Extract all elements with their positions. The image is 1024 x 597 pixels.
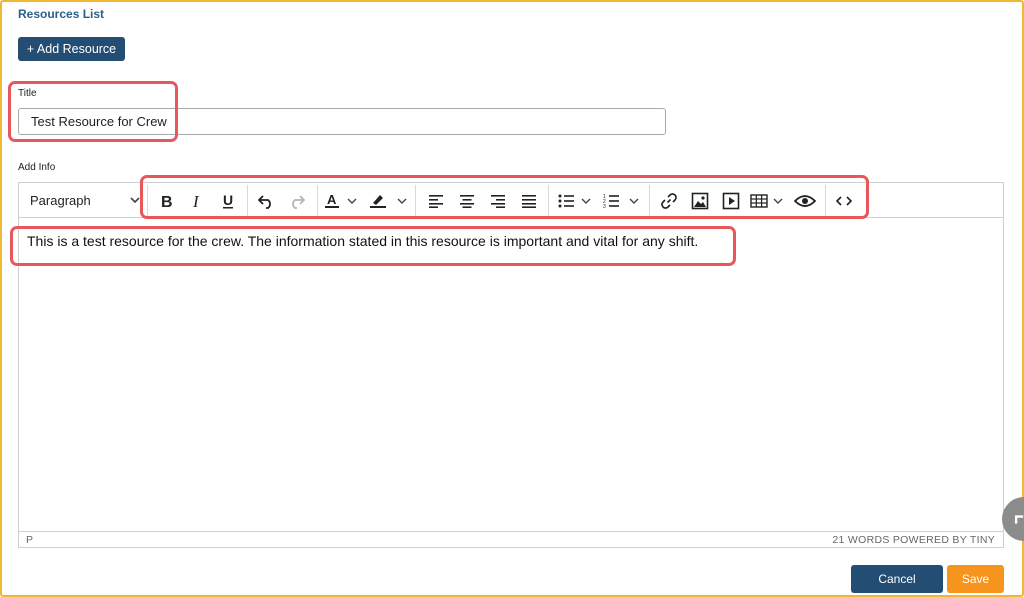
underline-icon[interactable]: U bbox=[216, 189, 240, 213]
redo-icon[interactable] bbox=[285, 189, 309, 213]
svg-text:B: B bbox=[161, 194, 173, 209]
word-count-powered-by[interactable]: 21 WORDS POWERED BY TINY bbox=[832, 534, 995, 546]
toolbar-separator bbox=[548, 185, 549, 216]
svg-text:3: 3 bbox=[603, 204, 606, 209]
svg-text:U: U bbox=[223, 193, 233, 208]
svg-text:A: A bbox=[327, 192, 337, 207]
save-button[interactable]: Save bbox=[947, 565, 1004, 593]
text-color-icon[interactable]: A bbox=[324, 189, 360, 213]
image-icon[interactable] bbox=[688, 189, 712, 213]
title-label: Title bbox=[18, 88, 37, 99]
chevron-down-icon bbox=[129, 187, 141, 225]
undo-icon[interactable] bbox=[254, 189, 278, 213]
rich-text-editor: Paragraph B I U A 1 2 3 This is a test r… bbox=[18, 182, 1004, 548]
bold-icon[interactable]: B bbox=[154, 189, 178, 213]
add-resource-button[interactable]: + Add Resource bbox=[18, 37, 125, 61]
editor-statusbar: P 21 WORDS POWERED BY TINY bbox=[19, 531, 1003, 547]
toolbar-separator bbox=[247, 185, 248, 216]
table-icon[interactable] bbox=[750, 189, 788, 213]
align-right-icon[interactable] bbox=[486, 189, 510, 213]
title-input[interactable] bbox=[18, 108, 666, 135]
element-path[interactable]: P bbox=[26, 534, 33, 546]
media-icon[interactable] bbox=[719, 189, 743, 213]
italic-icon[interactable]: I bbox=[185, 189, 209, 213]
block-format-value: Paragraph bbox=[30, 193, 91, 208]
toolbar-separator bbox=[317, 185, 318, 216]
breadcrumb[interactable]: Resources List bbox=[18, 7, 104, 21]
add-info-label: Add Info bbox=[18, 162, 56, 173]
toolbar-separator bbox=[147, 185, 148, 216]
align-center-icon[interactable] bbox=[455, 189, 479, 213]
toolbar-separator bbox=[415, 185, 416, 216]
align-justify-icon[interactable] bbox=[517, 189, 541, 213]
bullet-list-icon[interactable] bbox=[557, 189, 597, 213]
numbered-list-icon[interactable]: 123 bbox=[603, 189, 645, 213]
svg-text:I: I bbox=[192, 193, 200, 209]
toolbar-separator bbox=[649, 185, 650, 216]
toolbar-separator bbox=[825, 185, 826, 216]
link-icon[interactable] bbox=[657, 189, 681, 213]
editor-content[interactable]: This is a test resource for the crew. Th… bbox=[27, 233, 698, 249]
cancel-button[interactable]: Cancel bbox=[851, 565, 943, 593]
source-code-icon[interactable] bbox=[832, 189, 856, 213]
block-format-select[interactable]: Paragraph bbox=[23, 187, 143, 214]
align-left-icon[interactable] bbox=[424, 189, 448, 213]
highlight-color-icon[interactable] bbox=[369, 189, 409, 213]
editor-toolbar: Paragraph B I U A 1 2 3 bbox=[19, 183, 1003, 218]
preview-icon[interactable] bbox=[792, 189, 818, 213]
